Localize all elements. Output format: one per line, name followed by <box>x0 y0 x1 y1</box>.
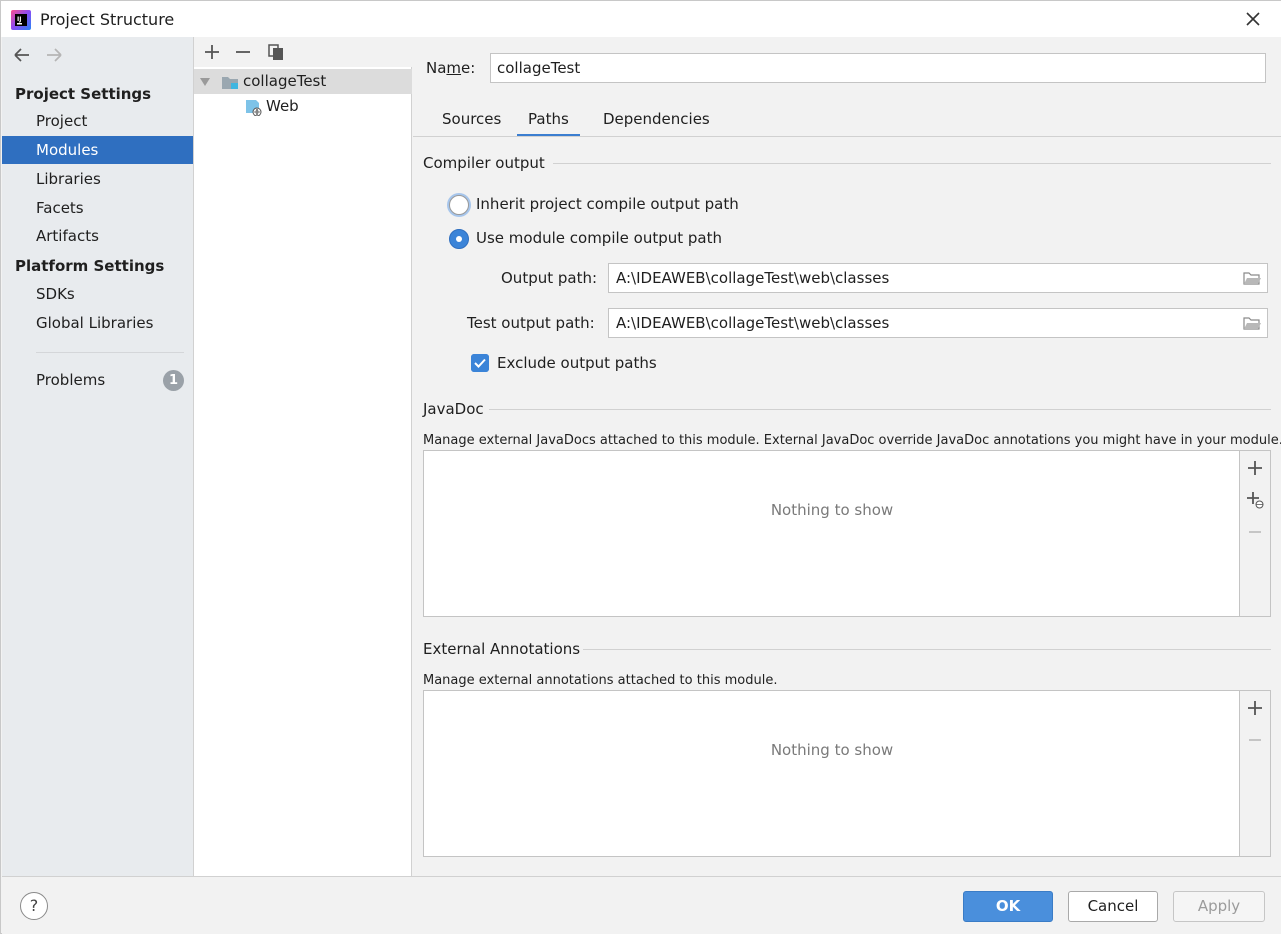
window-title: Project Structure <box>40 10 175 29</box>
project-structure-dialog: IJ Project Structure Project Settings Pr… <box>0 0 1281 934</box>
back-arrow-icon[interactable] <box>12 45 32 65</box>
ok-button[interactable]: OK <box>963 891 1053 922</box>
radio-button-unselected[interactable] <box>449 195 469 215</box>
list-toolbar <box>1239 451 1270 616</box>
tree-item-label: collageTest <box>243 72 327 90</box>
sidebar-item-libraries[interactable]: Libraries <box>2 165 193 193</box>
expand-arrow-icon[interactable] <box>200 77 210 87</box>
browse-folder-icon[interactable] <box>1243 316 1261 330</box>
sidebar-divider <box>36 352 184 353</box>
tree-toolbar <box>194 37 412 67</box>
sidebar-item-facets[interactable]: Facets <box>2 194 193 222</box>
javadoc-list[interactable]: Nothing to show <box>423 450 1271 617</box>
help-button[interactable]: ? <box>20 892 48 920</box>
apply-button[interactable]: Apply <box>1173 891 1265 922</box>
dialog-footer: ? OK Cancel Apply <box>2 876 1281 934</box>
radio-label: Use module compile output path <box>476 229 723 247</box>
tab-sources[interactable]: Sources <box>431 105 512 137</box>
settings-sidebar: Project Settings Project Modules Librari… <box>2 37 193 876</box>
group-separator <box>583 649 1271 650</box>
external-annotations-heading: External Annotations <box>423 640 581 658</box>
tab-dependencies[interactable]: Dependencies <box>592 105 721 137</box>
add-url-icon[interactable] <box>1246 491 1264 509</box>
javadoc-description: Manage external JavaDocs attached to thi… <box>423 433 1281 448</box>
project-settings-heading: Project Settings <box>15 85 152 103</box>
module-name-input[interactable]: collageTest <box>490 53 1266 83</box>
module-folder-icon <box>222 77 238 89</box>
sidebar-item-project[interactable]: Project <box>2 107 193 135</box>
tree-item-web[interactable]: Web <box>194 94 412 119</box>
tree-item-label: Web <box>266 97 299 115</box>
add-icon[interactable] <box>202 42 222 62</box>
output-path-value: A:\IDEAWEB\collageTest\web\classes <box>616 269 890 287</box>
add-icon[interactable] <box>1246 699 1264 717</box>
list-toolbar <box>1239 691 1270 856</box>
sidebar-item-problems[interactable]: Problems 1 <box>2 366 193 394</box>
sidebar-item-artifacts[interactable]: Artifacts <box>2 222 193 250</box>
checkbox-label: Exclude output paths <box>497 354 657 372</box>
sidebar-item-global-libraries[interactable]: Global Libraries <box>2 309 193 337</box>
group-separator <box>489 409 1271 410</box>
empty-list-text: Nothing to show <box>770 741 894 759</box>
test-output-path-field[interactable]: A:\IDEAWEB\collageTest\web\classes <box>608 308 1268 338</box>
close-icon[interactable] <box>1242 8 1264 30</box>
remove-icon[interactable] <box>1246 523 1264 541</box>
radio-button-selected[interactable] <box>449 229 469 249</box>
forward-arrow-icon[interactable] <box>44 45 64 65</box>
checkbox-checked-icon[interactable] <box>471 354 489 372</box>
external-annotations-list[interactable]: Nothing to show <box>423 690 1271 857</box>
cancel-button[interactable]: Cancel <box>1068 891 1158 922</box>
problems-label: Problems <box>36 371 106 389</box>
sidebar-item-modules[interactable]: Modules <box>2 136 193 164</box>
compiler-output-heading: Compiler output <box>423 154 545 172</box>
add-icon[interactable] <box>1246 459 1264 477</box>
intellij-idea-icon: IJ <box>11 10 31 30</box>
output-path-field[interactable]: A:\IDEAWEB\collageTest\web\classes <box>608 263 1268 293</box>
remove-icon[interactable] <box>233 42 253 62</box>
tab-paths[interactable]: Paths <box>517 105 580 137</box>
platform-settings-heading: Platform Settings <box>15 257 165 275</box>
name-label: Name: <box>426 59 476 77</box>
output-path-label: Output path: <box>501 269 598 287</box>
test-output-path-value: A:\IDEAWEB\collageTest\web\classes <box>616 314 890 332</box>
remove-icon[interactable] <box>1246 731 1264 749</box>
sidebar-item-sdks[interactable]: SDKs <box>2 280 193 308</box>
problems-count-badge: 1 <box>163 370 184 391</box>
radio-label: Inherit project compile output path <box>476 195 739 213</box>
empty-list-text: Nothing to show <box>770 501 894 519</box>
test-output-path-label: Test output path: <box>467 314 595 332</box>
web-facet-icon <box>246 100 262 116</box>
javadoc-heading: JavaDoc <box>423 400 484 418</box>
group-separator <box>553 163 1271 164</box>
svg-text:IJ: IJ <box>17 16 21 23</box>
module-details-panel: Name: collageTest Sources Paths Dependen… <box>413 37 1281 876</box>
tree-item-collagetest[interactable]: collageTest <box>194 69 412 94</box>
tab-divider <box>413 136 1281 137</box>
browse-folder-icon[interactable] <box>1243 271 1261 285</box>
copy-icon[interactable] <box>266 42 286 62</box>
title-bar: IJ Project Structure <box>1 1 1281 37</box>
external-annotations-description: Manage external annotations attached to … <box>423 673 778 688</box>
module-tree-panel: collageTest Web <box>193 37 412 876</box>
